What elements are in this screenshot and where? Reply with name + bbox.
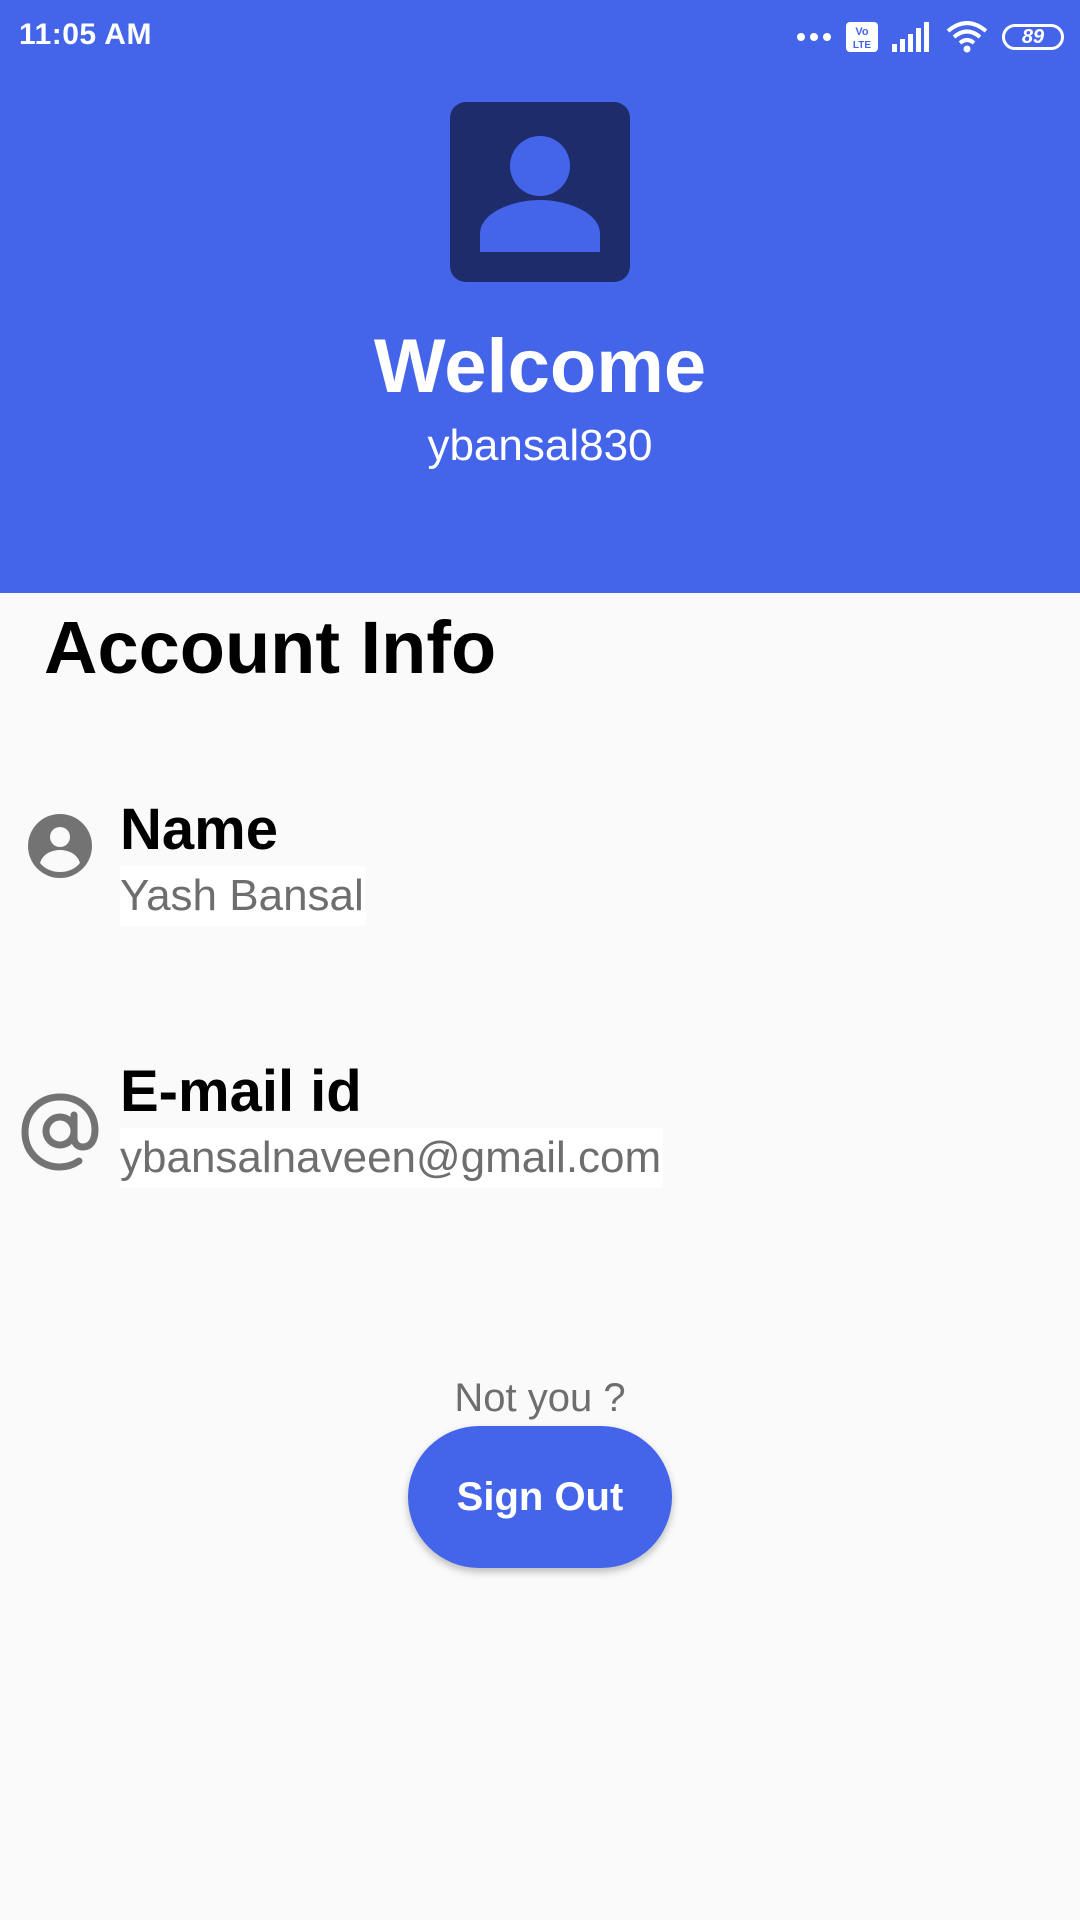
more-dots-icon	[796, 32, 832, 42]
header-banner: 11:05 AM Vo LTE 89 Welcome ybansal830	[0, 0, 1080, 593]
at-sign-icon	[20, 1092, 100, 1172]
email-row: E-mail id ybansalnaveen@gmail.com	[0, 1052, 1080, 1192]
status-time: 11:05 AM	[19, 18, 152, 51]
sign-out-label: Sign Out	[456, 1474, 624, 1519]
name-label: Name	[120, 797, 278, 862]
person-icon	[478, 128, 602, 257]
wifi-icon	[946, 21, 988, 53]
name-row: Name Yash Bansal	[0, 790, 1080, 930]
battery-level: 89	[1021, 25, 1045, 48]
username: ybansal830	[427, 421, 653, 470]
avatar	[450, 102, 630, 282]
volte-icon: Vo LTE	[846, 22, 878, 52]
status-bar: 11:05 AM Vo LTE 89	[0, 0, 1080, 72]
battery-icon: 89	[1002, 24, 1064, 50]
status-icons: Vo LTE 89	[796, 20, 1064, 54]
account-info-title: Account Info	[44, 606, 497, 689]
account-circle-icon	[26, 812, 94, 880]
svg-text:Vo: Vo	[855, 26, 869, 38]
email-label: E-mail id	[120, 1059, 362, 1124]
svg-text:LTE: LTE	[853, 40, 871, 51]
name-value: Yash Bansal	[120, 866, 366, 926]
signal-icon	[892, 22, 932, 52]
email-value: ybansalnaveen@gmail.com	[120, 1128, 664, 1188]
not-you-text: Not you ?	[454, 1376, 626, 1420]
welcome-title: Welcome	[373, 324, 707, 409]
sign-out-button[interactable]: Sign Out	[408, 1426, 672, 1568]
